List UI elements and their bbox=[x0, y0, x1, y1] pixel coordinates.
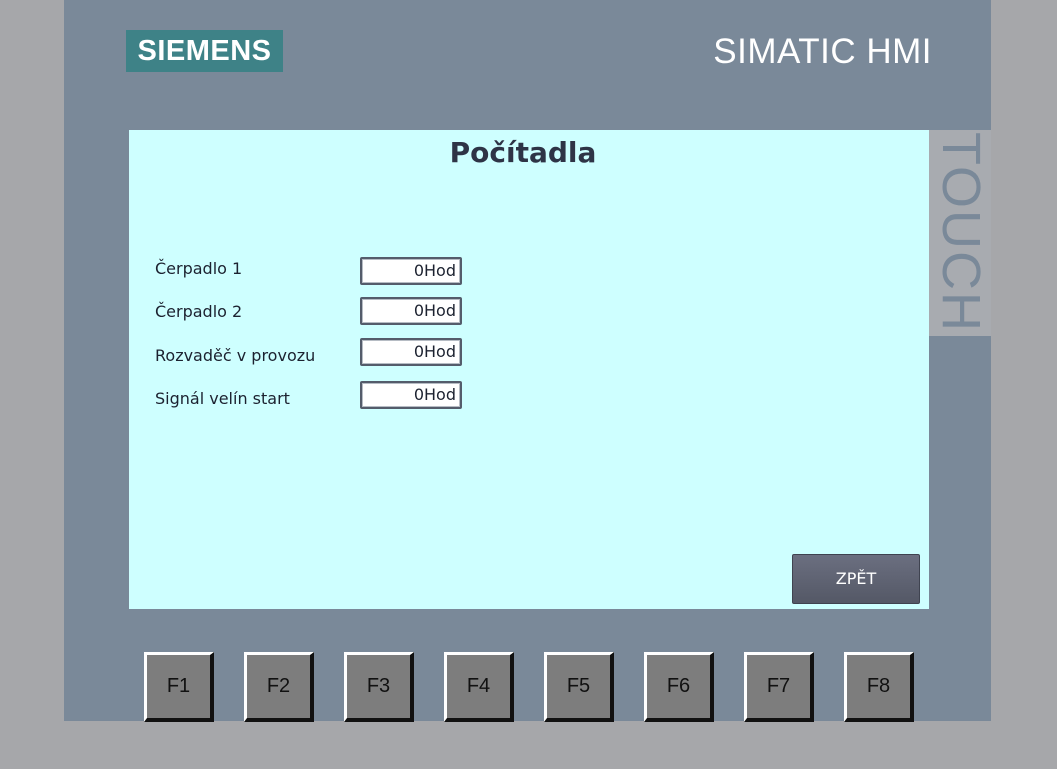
hmi-panel-bezel: SIEMENS SIMATIC HMI TOUCH Počítadla Čerp… bbox=[64, 0, 991, 721]
counter-label-switchboard: Rozvaděč v provozu bbox=[155, 346, 316, 365]
siemens-logo: SIEMENS bbox=[126, 30, 283, 72]
counter-field-pump-2[interactable]: 0Hod bbox=[360, 297, 462, 325]
touch-strip: TOUCH bbox=[929, 130, 991, 336]
counter-label-control-room-start: Signál velín start bbox=[155, 389, 290, 408]
function-key-f6[interactable]: F6 bbox=[644, 652, 714, 722]
function-key-f1[interactable]: F1 bbox=[144, 652, 214, 722]
back-button[interactable]: ZPĚT bbox=[792, 554, 920, 604]
function-key-f2[interactable]: F2 bbox=[244, 652, 314, 722]
simatic-hmi-label: SIMATIC HMI bbox=[713, 32, 932, 71]
counter-label-pump-1: Čerpadlo 1 bbox=[155, 259, 243, 278]
hmi-screen: Počítadla Čerpadlo 1 0Hod Čerpadlo 2 0Ho… bbox=[129, 130, 929, 609]
function-key-f5[interactable]: F5 bbox=[544, 652, 614, 722]
counter-field-control-room-start[interactable]: 0Hod bbox=[360, 381, 462, 409]
function-key-f7[interactable]: F7 bbox=[744, 652, 814, 722]
counter-field-switchboard[interactable]: 0Hod bbox=[360, 338, 462, 366]
page-title: Počítadla bbox=[449, 136, 597, 169]
function-key-f8[interactable]: F8 bbox=[844, 652, 914, 722]
counter-label-pump-2: Čerpadlo 2 bbox=[155, 302, 243, 321]
function-key-f3[interactable]: F3 bbox=[344, 652, 414, 722]
touch-label: TOUCH bbox=[931, 132, 991, 334]
function-key-f4[interactable]: F4 bbox=[444, 652, 514, 722]
counter-field-pump-1[interactable]: 0Hod bbox=[360, 257, 462, 285]
